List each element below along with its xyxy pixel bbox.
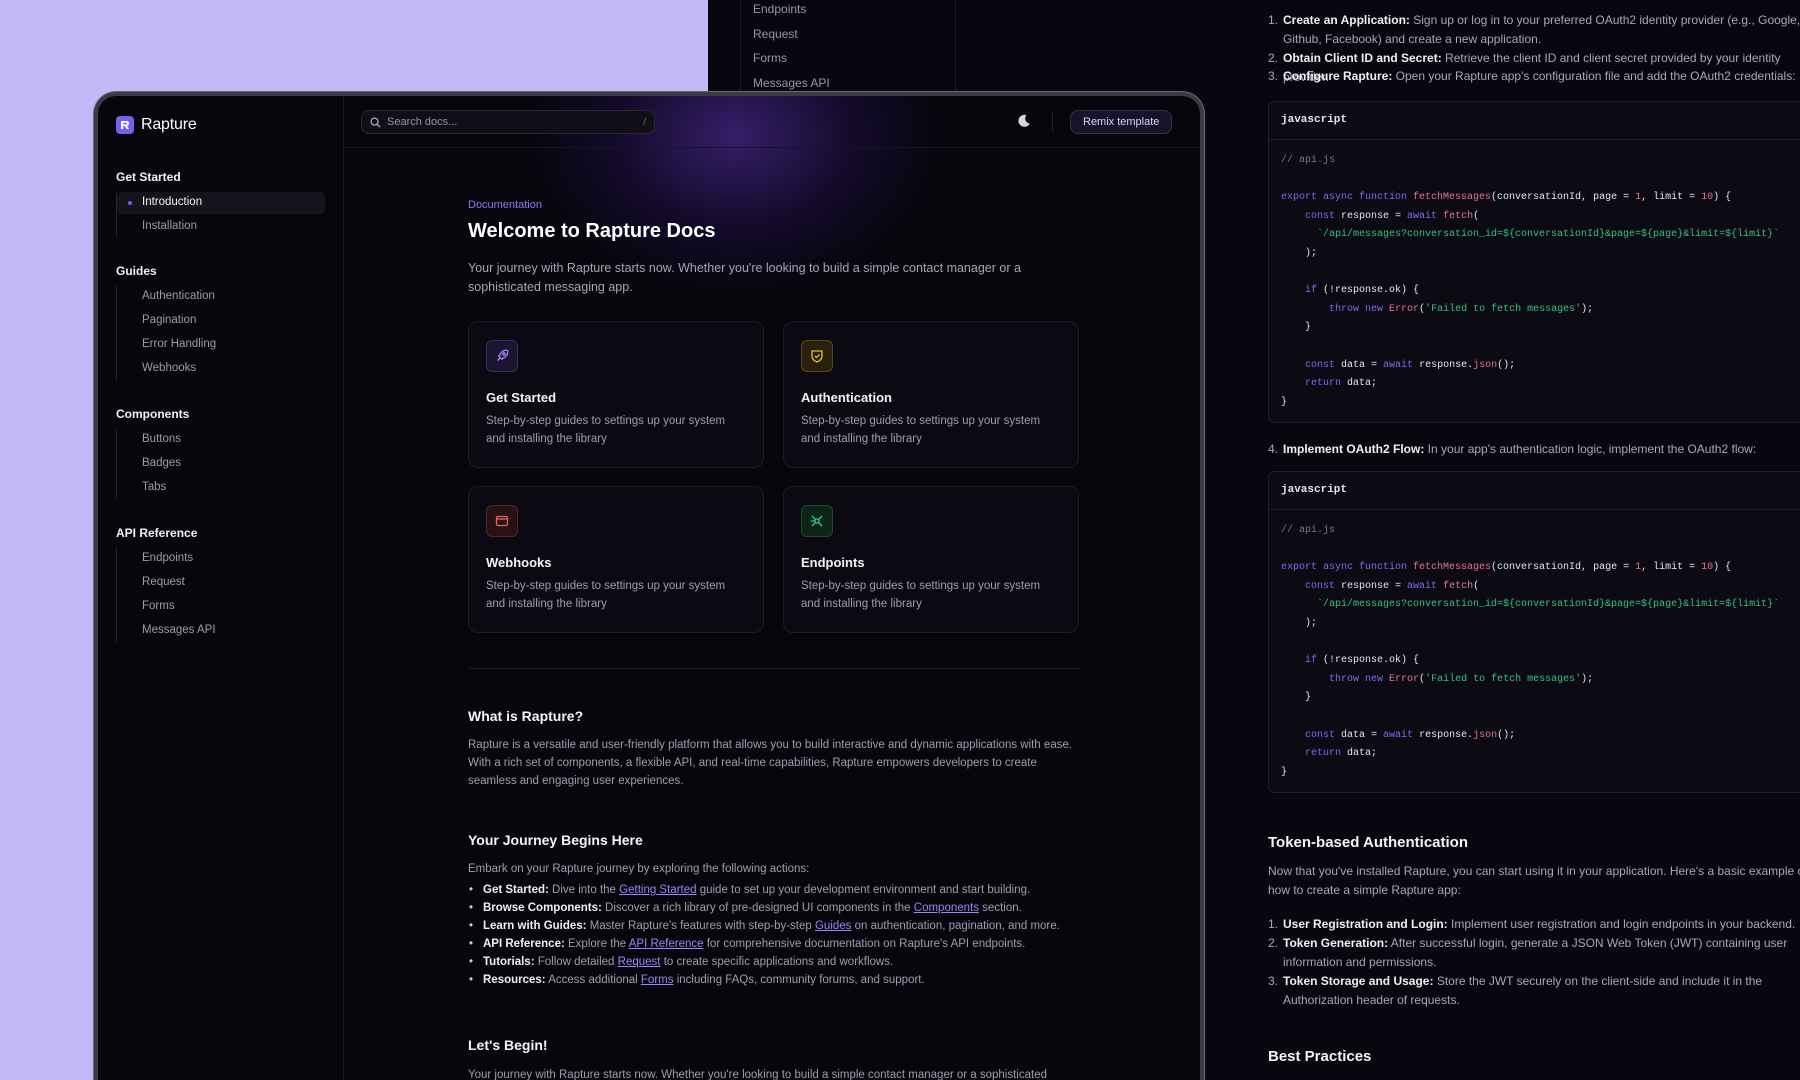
breadcrumb[interactable]: Documentation — [468, 199, 542, 211]
section-heading: Token-based Authentication — [1268, 834, 1469, 851]
sidebar-item-forms[interactable]: Forms — [117, 596, 325, 618]
nav-list: Authentication Pagination Error Handling… — [116, 286, 324, 380]
rapture-logo-icon — [116, 116, 134, 134]
code-language: javascript — [1269, 102, 1800, 140]
main-content: / Remix template Documentation Welcome t… — [345, 96, 1200, 1080]
sidebar-item-tabs[interactable]: Tabs — [117, 477, 325, 499]
sidebar-item-request[interactable]: Request — [117, 572, 325, 594]
list-item: Learn with Guides: Master Rapture's feat… — [469, 920, 1060, 932]
nav-group-components: Components — [116, 407, 190, 421]
nav-list: Introduction Installation — [116, 192, 325, 238]
shield-icon — [801, 340, 833, 372]
search-icon — [370, 117, 381, 128]
bg-sidebar-item[interactable]: Endpoints — [753, 2, 806, 16]
nav-list: Buttons Badges Tabs — [116, 429, 324, 499]
list-item: Browse Components: Discover a rich libra… — [469, 902, 1022, 914]
sidebar-item-webhooks[interactable]: Webhooks — [117, 358, 325, 380]
card-title: Get Started — [486, 390, 557, 405]
network-icon — [801, 505, 833, 537]
card-description: Step-by-step guides to settings up your … — [801, 415, 1041, 445]
moon-icon — [1018, 114, 1030, 127]
search-box[interactable]: / — [361, 110, 655, 134]
sidebar: Rapture Get Started Introduction Install… — [98, 96, 344, 1080]
journey-intro: Embark on your Rapture journey by explor… — [468, 863, 810, 875]
card-get-started[interactable]: Get Started Step-by-step guides to setti… — [468, 321, 764, 468]
window-icon — [486, 505, 518, 537]
card-authentication[interactable]: Authentication Step-by-step guides to se… — [783, 321, 1079, 468]
bg-sidebar-item[interactable]: Messages API — [753, 76, 830, 90]
section-text: Now that you've installed Rapture, you c… — [1268, 864, 1800, 897]
heading-journey: Your Journey Begins Here — [468, 832, 643, 848]
sidebar-item-messages-api[interactable]: Messages API — [117, 620, 325, 642]
link-guides[interactable]: Guides — [815, 920, 851, 932]
what-is-rapture-text: Rapture is a versatile and user-friendly… — [468, 739, 1073, 787]
nav-group-get-started: Get Started — [116, 170, 181, 184]
sidebar-item-authentication[interactable]: Authentication — [117, 286, 325, 308]
nav-group-guides: Guides — [116, 264, 157, 278]
search-input[interactable] — [387, 116, 644, 128]
link-components[interactable]: Components — [914, 902, 979, 914]
sidebar-item-buttons[interactable]: Buttons — [117, 429, 325, 451]
bg-sidebar-item[interactable]: Forms — [753, 51, 787, 65]
lets-begin-text: Your journey with Rapture starts now. Wh… — [468, 1069, 1047, 1080]
heading-what-is-rapture: What is Rapture? — [468, 708, 584, 724]
page-title: Welcome to Rapture Docs — [468, 220, 716, 242]
card-title: Endpoints — [801, 555, 865, 570]
app-window: Rapture Get Started Introduction Install… — [94, 92, 1204, 1080]
heading-lets-begin: Let's Begin! — [468, 1037, 548, 1053]
sidebar-item-error-handling[interactable]: Error Handling — [117, 334, 325, 356]
topbar-divider — [1052, 112, 1053, 132]
background-sidebar: Endpoints Request Forms Messages API — [740, 0, 956, 92]
card-description: Step-by-step guides to settings up your … — [801, 580, 1041, 610]
remix-template-button[interactable]: Remix template — [1070, 110, 1173, 134]
list-item: Resources: Access additional Forms inclu… — [469, 974, 925, 986]
page-lead: Your journey with Rapture starts now. Wh… — [468, 261, 1021, 294]
section-heading: Best Practices — [1268, 1048, 1372, 1065]
topbar: / Remix template — [345, 96, 1200, 148]
bg-sidebar-item[interactable]: Request — [753, 27, 798, 41]
card-title: Authentication — [801, 390, 892, 405]
logo-text: Rapture — [141, 116, 197, 133]
list-item: API Reference: Explore the API Reference… — [469, 938, 1025, 950]
link-forms[interactable]: Forms — [641, 974, 674, 986]
code-language: javascript — [1269, 472, 1800, 510]
card-description: Step-by-step guides to settings up your … — [486, 415, 726, 445]
section-divider — [468, 668, 1081, 669]
card-title: Webhooks — [486, 555, 552, 570]
link-getting-started[interactable]: Getting Started — [619, 884, 696, 896]
sidebar-item-installation[interactable]: Installation — [117, 216, 325, 238]
theme-toggle-button[interactable] — [1016, 113, 1034, 131]
sidebar-item-endpoints[interactable]: Endpoints — [117, 548, 325, 570]
background-content: 1. Create an Application: Sign up or log… — [1268, 0, 1800, 1080]
list-item: Get Started: Dive into the Getting Start… — [469, 884, 1030, 896]
card-endpoints[interactable]: Endpoints Step-by-step guides to setting… — [783, 486, 1079, 633]
sidebar-item-introduction[interactable]: Introduction — [117, 192, 325, 214]
link-request[interactable]: Request — [618, 956, 661, 968]
link-api-reference[interactable]: API Reference — [629, 938, 704, 950]
code-block: javascript // api.js export async functi… — [1268, 471, 1800, 793]
nav-list: Endpoints Request Forms Messages API — [116, 548, 324, 642]
active-dot-icon — [128, 201, 132, 205]
list-item: Tutorials: Follow detailed Request to cr… — [469, 956, 893, 968]
code-block: javascript // api.js export async functi… — [1268, 101, 1800, 423]
logo[interactable]: Rapture — [116, 116, 197, 134]
sidebar-item-badges[interactable]: Badges — [117, 453, 325, 475]
card-description: Step-by-step guides to settings up your … — [486, 580, 726, 610]
card-webhooks[interactable]: Webhooks Step-by-step guides to settings… — [468, 486, 764, 633]
search-shortcut: / — [643, 116, 646, 128]
nav-group-api-reference: API Reference — [116, 526, 198, 540]
rocket-icon — [486, 340, 518, 372]
sidebar-item-pagination[interactable]: Pagination — [117, 310, 325, 332]
